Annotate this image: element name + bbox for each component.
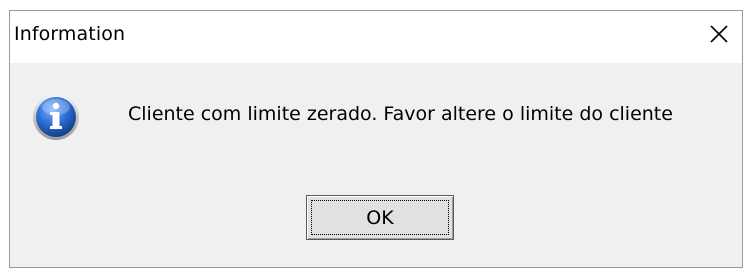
dialog-body: Cliente com limite zerado. Favor altere …: [10, 63, 742, 267]
information-dialog: Information Cliente com limite zerado. F…: [9, 10, 743, 268]
close-button[interactable]: [696, 11, 742, 57]
ok-button-label: OK: [311, 200, 449, 235]
close-icon: [710, 25, 728, 43]
information-icon: [33, 94, 79, 140]
dialog-title: Information: [14, 23, 126, 45]
dialog-message: Cliente com limite zerado. Favor altere …: [128, 103, 673, 125]
dialog-titlebar[interactable]: Information: [10, 11, 742, 63]
ok-button[interactable]: OK: [306, 195, 454, 240]
